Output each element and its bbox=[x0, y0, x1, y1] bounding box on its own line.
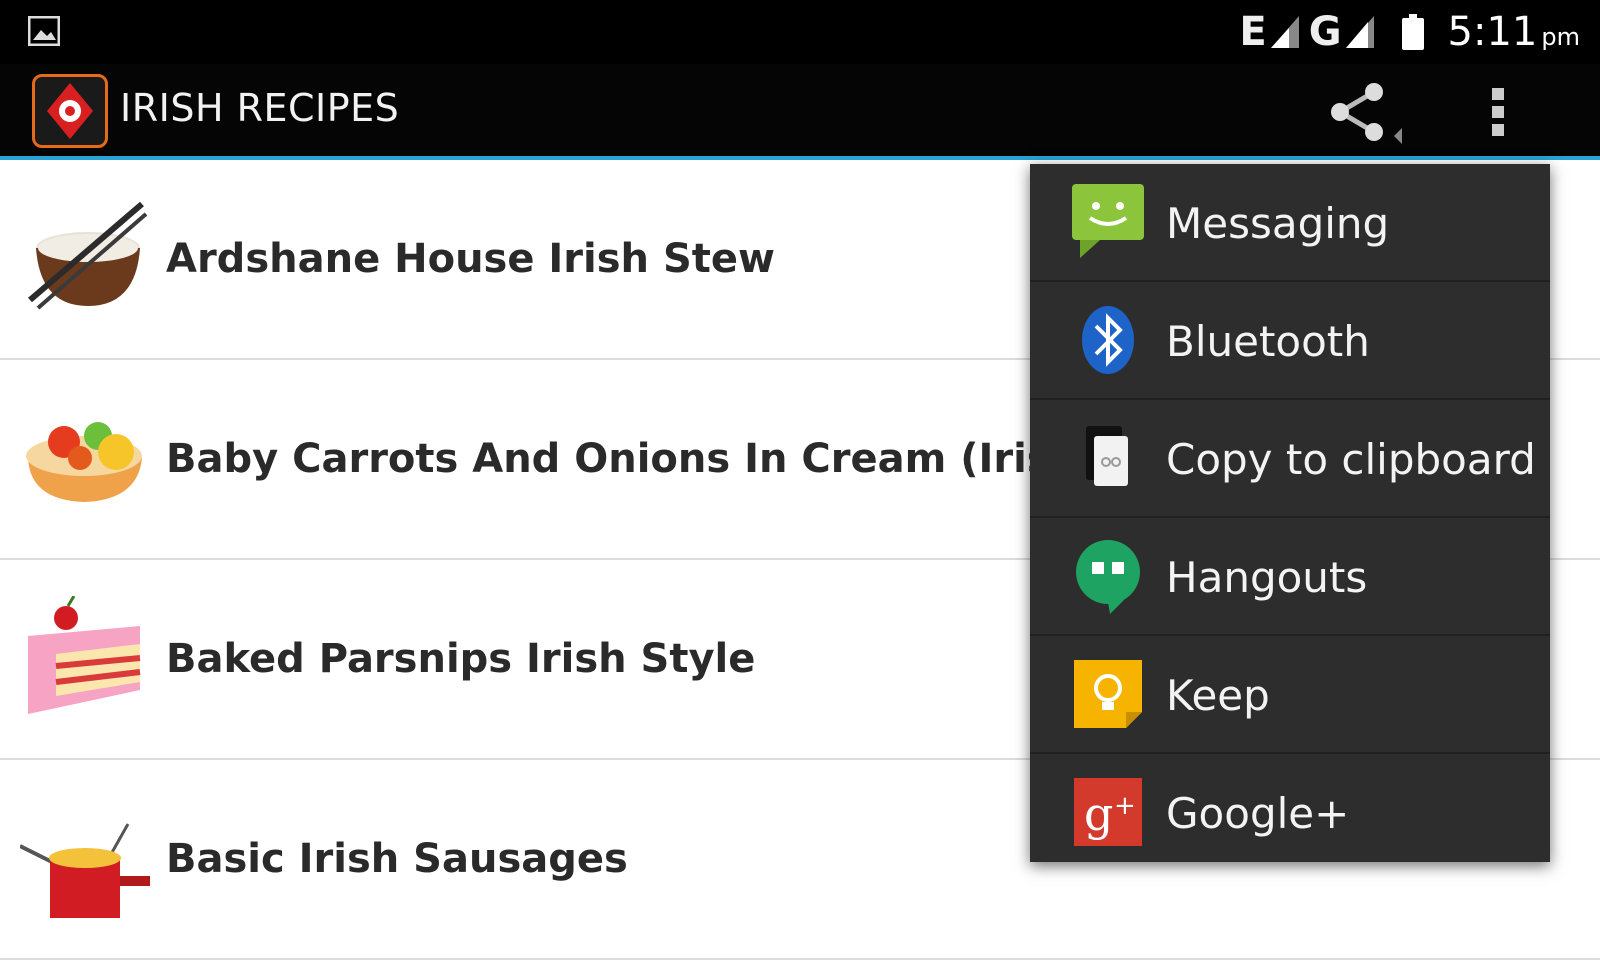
stew-bowl-icon bbox=[28, 201, 148, 310]
bluetooth-icon bbox=[1082, 306, 1134, 374]
share-option-messaging[interactable]: Messaging bbox=[1030, 164, 1550, 282]
share-option-googleplus[interactable]: g + Google+ bbox=[1030, 754, 1550, 872]
status-bar: E G 5:11 pm bbox=[0, 0, 1600, 64]
share-option-copy[interactable]: Copy to clipboard bbox=[1030, 400, 1550, 518]
app-title: IRISH RECIPES bbox=[120, 86, 400, 130]
recipe-title: Baby Carrots And Onions In Cream (Irish) bbox=[166, 436, 1098, 482]
share-option-label: Copy to clipboard bbox=[1166, 434, 1536, 484]
recipe-title: Ardshane House Irish Stew bbox=[166, 236, 775, 282]
share-option-label: Google+ bbox=[1166, 788, 1350, 838]
share-option-hangouts[interactable]: Hangouts bbox=[1030, 518, 1550, 636]
recipe-title: Baked Parsnips Irish Style bbox=[166, 636, 756, 682]
network-type-e: E bbox=[1239, 9, 1267, 55]
share-option-keep[interactable]: Keep bbox=[1030, 636, 1550, 754]
messaging-icon bbox=[1072, 184, 1144, 258]
fruit-tart-icon bbox=[26, 422, 142, 502]
signal-icon bbox=[1345, 16, 1374, 48]
battery-icon bbox=[1401, 14, 1424, 50]
share-menu: Messaging Bluetooth Copy to clipboard Ha… bbox=[1030, 164, 1550, 862]
overflow-menu-icon[interactable] bbox=[1476, 80, 1522, 144]
share-option-label: Bluetooth bbox=[1166, 316, 1370, 366]
share-option-label: Messaging bbox=[1166, 198, 1390, 248]
share-option-bluetooth[interactable]: Bluetooth bbox=[1030, 282, 1550, 400]
image-notification-icon bbox=[28, 16, 60, 46]
share-option-label: Keep bbox=[1166, 670, 1270, 720]
keep-icon bbox=[1074, 660, 1142, 728]
svg-text:+: + bbox=[1114, 791, 1136, 821]
cake-slice-icon bbox=[28, 596, 141, 714]
signal-icon bbox=[1270, 16, 1299, 48]
network-type-g: G bbox=[1308, 9, 1342, 55]
clock: 5:11 pm bbox=[1447, 9, 1580, 55]
share-icon[interactable] bbox=[1322, 78, 1402, 148]
action-bar: IRISH RECIPES bbox=[0, 64, 1600, 160]
google-plus-icon: g + bbox=[1074, 778, 1142, 846]
app-logo-icon[interactable] bbox=[32, 74, 108, 148]
recipe-title: Basic Irish Sausages bbox=[166, 836, 628, 882]
svg-text:g: g bbox=[1084, 787, 1113, 841]
clipboard-icon bbox=[1086, 426, 1128, 486]
saucepan-icon bbox=[20, 823, 150, 918]
hangouts-icon bbox=[1076, 540, 1140, 614]
share-option-label: Hangouts bbox=[1166, 552, 1368, 602]
